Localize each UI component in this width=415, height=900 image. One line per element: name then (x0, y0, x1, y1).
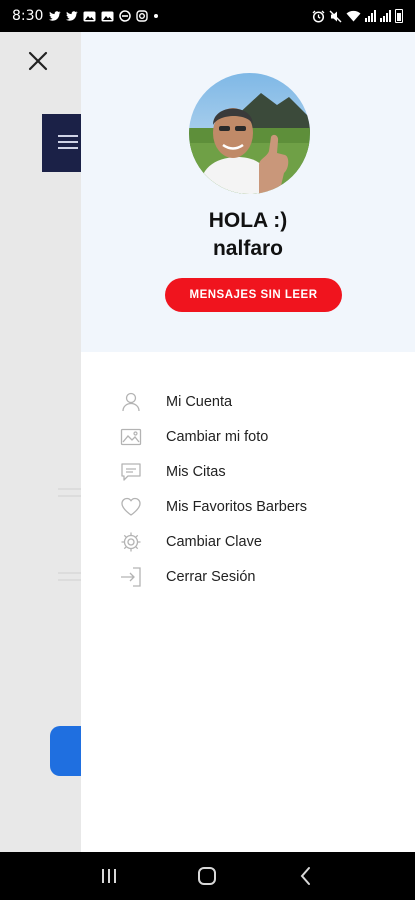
dot-icon (154, 14, 159, 18)
mute-icon (329, 10, 342, 22)
avatar[interactable] (189, 73, 310, 194)
user-icon (119, 390, 143, 414)
recent-apps-button[interactable] (89, 856, 129, 896)
faint-divider (58, 572, 81, 574)
hamburger-icon (58, 135, 78, 153)
home-icon (198, 867, 217, 885)
heart-icon (119, 495, 143, 519)
alarm-icon (312, 10, 325, 23)
faint-divider (58, 488, 81, 490)
twitter-icon (66, 11, 78, 21)
greeting-text: HOLA :) (208, 209, 288, 232)
username-text: nalfaro (212, 237, 283, 260)
menu-item-cerrar-sesion[interactable]: Cerrar Sesión (119, 562, 379, 592)
system-navigation-bar (0, 852, 415, 900)
home-button[interactable] (187, 856, 227, 896)
faint-divider (58, 495, 81, 497)
menu-item-label: Cerrar Sesión (166, 569, 256, 585)
back-icon (300, 867, 310, 885)
twitter-icon (49, 11, 61, 21)
profile-photo (189, 73, 310, 194)
instagram-icon (136, 10, 149, 22)
background-menu-button[interactable] (42, 114, 81, 172)
menu-item-mis-favoritos[interactable]: Mis Favoritos Barbers (119, 492, 379, 522)
gallery-icon (101, 11, 114, 21)
battery-icon (395, 9, 403, 23)
status-time: 8:30 (12, 8, 44, 24)
background-primary-button[interactable] (50, 726, 81, 776)
gear-icon (119, 530, 143, 554)
signal-icon (365, 10, 376, 22)
back-button[interactable] (286, 856, 326, 896)
faint-divider (58, 579, 81, 581)
notification-icons (49, 10, 159, 22)
navigation-drawer: HOLA :) nalfaro MENSAJES SIN LEER Mi Cue… (81, 32, 415, 852)
image-icon (119, 425, 143, 449)
menu-item-label: Cambiar Clave (166, 534, 262, 550)
chat-icon (119, 460, 143, 484)
wifi-icon (346, 10, 361, 22)
menu-item-label: Mis Favoritos Barbers (166, 499, 308, 515)
status-bar: 8:30 (0, 0, 415, 32)
no-disturb-icon (119, 10, 132, 22)
signal-icon (380, 10, 391, 22)
logout-icon (119, 565, 143, 589)
menu-item-label: Cambiar mi foto (166, 429, 269, 445)
unread-messages-button[interactable]: MENSAJES SIN LEER (165, 278, 342, 312)
system-icons (312, 9, 403, 23)
close-drawer-button[interactable] (26, 49, 50, 73)
gallery-icon (83, 11, 96, 21)
drawer-header: HOLA :) nalfaro MENSAJES SIN LEER (81, 32, 415, 352)
menu-item-label: Mi Cuenta (166, 394, 233, 410)
menu-item-cambiar-clave[interactable]: Cambiar Clave (119, 527, 379, 557)
menu-item-label: Mis Citas (166, 464, 226, 480)
close-icon (28, 51, 48, 71)
menu-item-cambiar-foto[interactable]: Cambiar mi foto (119, 422, 379, 452)
menu-item-mis-citas[interactable]: Mis Citas (119, 457, 379, 487)
menu-item-mi-cuenta[interactable]: Mi Cuenta (119, 387, 379, 417)
recent-apps-icon (102, 869, 117, 883)
